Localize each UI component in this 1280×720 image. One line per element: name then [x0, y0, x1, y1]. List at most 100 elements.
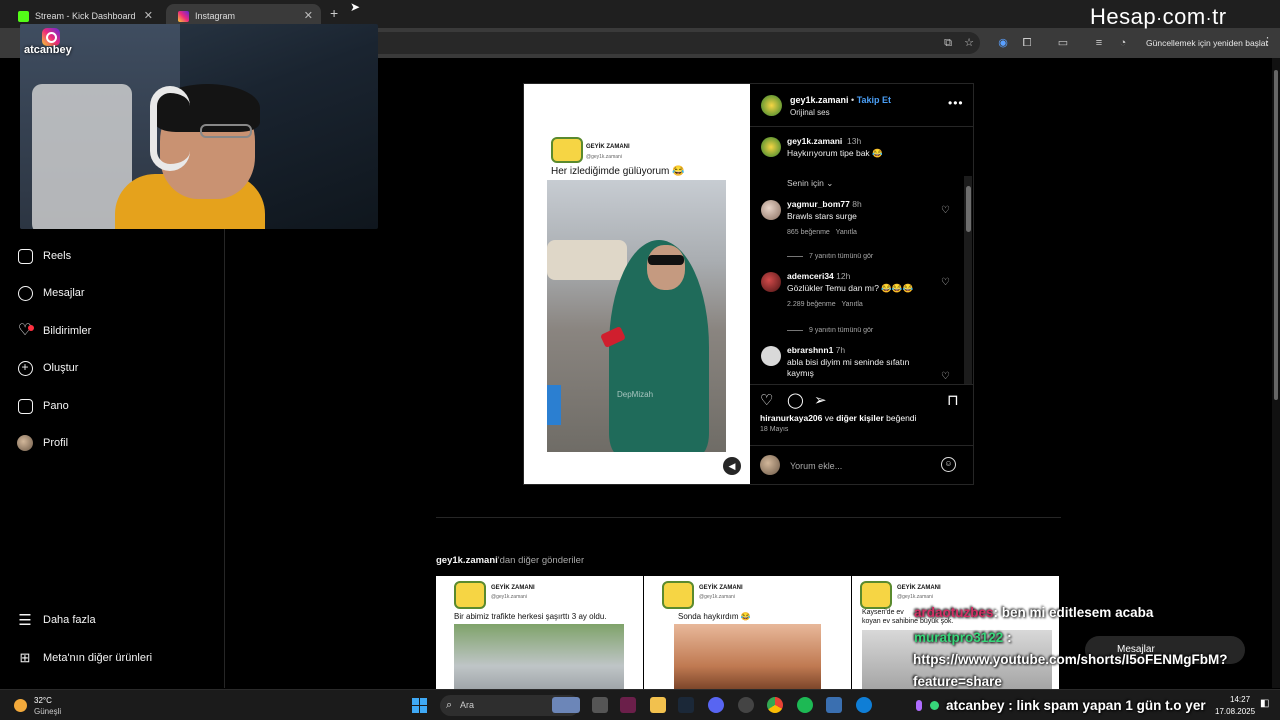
mute-icon[interactable]: ◀	[723, 457, 741, 475]
like-heart-icon[interactable]: ♡	[941, 277, 950, 288]
more-post-thumbnail[interactable]: GEYİK ZAMANI @gey1k.zamani Bir abimiz tr…	[436, 576, 643, 690]
media-caption: Her izlediğimde gülüyorum 😂	[551, 166, 685, 177]
comment-icon[interactable]: ◯	[787, 391, 804, 409]
liked-by[interactable]: hiranurkaya206 ve diğer kişiler beğendi	[760, 413, 916, 423]
reply-button[interactable]: Yanıtla	[836, 229, 857, 236]
avatar[interactable]	[761, 272, 781, 292]
browser-menu-icon[interactable]: ⋮	[1262, 35, 1273, 48]
steam-icon[interactable]	[678, 697, 694, 713]
extensions-icon[interactable]: ⧠	[1020, 36, 1034, 50]
bookmark-star-icon[interactable]: ☆	[962, 36, 976, 50]
update-restart-button[interactable]: Güncellemek için yeniden başlat	[1140, 35, 1274, 51]
chat-message: muratpro3122 :	[914, 630, 1012, 645]
media-control-icon[interactable]: ≡	[1092, 36, 1106, 50]
clock-date[interactable]: 17.08.2025	[1215, 707, 1255, 716]
dashboard-icon	[16, 397, 34, 415]
task-view-icon[interactable]	[592, 697, 608, 713]
clock-time[interactable]: 14:27	[1230, 695, 1250, 704]
reels-icon	[16, 247, 34, 265]
notification-dot	[28, 325, 34, 331]
sidebar-item-label: Oluştur	[43, 362, 79, 374]
chat-link-cont: feature=share	[913, 674, 1002, 689]
page-scrollbar-thumb[interactable]	[1274, 70, 1278, 400]
avatar[interactable]	[761, 346, 781, 366]
bookmark-icon[interactable]: ⊓	[947, 391, 959, 409]
video-watermark: DepMizah	[617, 390, 654, 399]
webcam-username: atcanbey	[24, 44, 72, 56]
sidebar-item-profile[interactable]: Profil	[16, 429, 68, 457]
emoji-icon[interactable]: ☺	[941, 457, 956, 472]
like-heart-icon[interactable]: ♡	[760, 391, 773, 409]
geyik-zamani-logo	[662, 581, 694, 609]
sidebar-item-create[interactable]: + Oluştur	[16, 354, 78, 382]
weather-temp[interactable]: 32°C	[34, 696, 52, 705]
like-heart-icon[interactable]: ♡	[941, 205, 950, 216]
avatar[interactable]	[761, 137, 781, 157]
kick-favicon-icon	[18, 10, 29, 22]
split-view-icon[interactable]: ▭	[1056, 36, 1070, 50]
chrome-icon[interactable]	[767, 697, 783, 713]
sidebar-item-reels[interactable]: Reels	[16, 242, 71, 270]
comment-sort-dropdown[interactable]: Senin için ⌄	[787, 178, 833, 189]
search-highlight-icon[interactable]	[552, 697, 580, 713]
sidebar-item-label: Reels	[43, 250, 72, 262]
post-username[interactable]: gey1k.zamani	[790, 95, 849, 105]
edge-icon[interactable]	[856, 697, 872, 713]
view-replies[interactable]: 9 yanıtın tümünü gör	[787, 327, 873, 334]
sidebar-item-dashboard[interactable]: Pano	[16, 392, 69, 420]
extension-audio-icon[interactable]: ◉	[996, 36, 1010, 50]
avatar	[16, 434, 34, 452]
avatar[interactable]	[761, 95, 782, 116]
audio-label[interactable]: Orijinal ses	[790, 108, 830, 117]
mic-icon[interactable]	[916, 700, 922, 711]
post-header: gey1k.zamani • Takip Et Orijinal ses •••	[750, 84, 974, 127]
more-options-icon[interactable]: •••	[948, 96, 964, 110]
install-app-icon[interactable]: ⧉	[941, 36, 955, 50]
notification-bell-icon[interactable]: ◧	[1260, 698, 1272, 710]
sidebar-item-messages[interactable]: Mesajlar	[16, 279, 85, 307]
view-replies[interactable]: 7 yanıtın tümünü gör	[787, 253, 873, 260]
post-media[interactable]: GEYİK ZAMANI @gey1k.zamani Her izlediğim…	[524, 84, 750, 484]
instagram-favicon-icon	[178, 10, 189, 22]
streamer-webcam-overlay: atcanbey	[20, 24, 378, 229]
new-tab-button[interactable]: +	[330, 5, 338, 21]
discord-icon[interactable]	[708, 697, 724, 713]
media-brand: GEYİK ZAMANI	[586, 144, 630, 150]
sidebar-item-notifications[interactable]: ♡ Bildirimler	[16, 317, 91, 345]
weather-desc[interactable]: Güneşli	[34, 707, 61, 716]
spotify-icon[interactable]	[797, 697, 813, 713]
chat-message: atcanbey : link spam yapan 1 gün t.o yer	[946, 698, 1206, 713]
like-heart-icon[interactable]: ♡	[941, 371, 950, 382]
reply-button[interactable]: Yanıtla	[842, 301, 863, 308]
file-explorer-icon[interactable]	[650, 697, 666, 713]
app-icon[interactable]	[826, 697, 842, 713]
scrollbar-thumb[interactable]	[966, 186, 971, 232]
sidebar-item-meta-products[interactable]: ⊞ Meta'nın diğer ürünleri	[16, 644, 153, 672]
hesap-watermark-logo: Hesap·com·tr	[1090, 4, 1227, 29]
media-handle: @gey1k.zamani	[586, 154, 622, 160]
messenger-icon	[16, 284, 34, 302]
share-icon[interactable]: ➢	[814, 391, 827, 409]
geyik-zamani-logo	[551, 137, 583, 163]
windows-start-icon[interactable]	[412, 698, 427, 713]
app-icon[interactable]	[620, 697, 636, 713]
comment-input[interactable]: Yorum ekle...	[790, 461, 842, 471]
video-frame: DepMizah	[547, 180, 726, 452]
sidebar-item-more[interactable]: ☰ Daha fazla	[16, 606, 95, 634]
sun-icon[interactable]	[14, 699, 27, 712]
close-tab-icon[interactable]: ✕	[304, 9, 313, 22]
chat-message: ardaotuzbes: ben mi editlesem acaba	[914, 605, 1154, 620]
headset	[150, 86, 190, 171]
more-posts-heading: gey1k.zamani'dan diğer gönderiler	[436, 555, 585, 566]
more-post-thumbnail[interactable]: GEYİK ZAMANI @gey1k.zamani Sonda haykırd…	[644, 576, 851, 690]
comment-input-area: Yorum ekle... ☺	[750, 445, 974, 485]
profile-icon[interactable]: ◔	[1116, 36, 1130, 50]
app-icon[interactable]	[738, 697, 754, 713]
post-details: gey1k.zamani • Takip Et Orijinal ses •••…	[750, 84, 974, 484]
sidebar-item-label: Mesajlar	[43, 287, 85, 299]
avatar[interactable]	[761, 200, 781, 220]
status-icon	[930, 701, 939, 710]
close-tab-icon[interactable]: ✕	[144, 9, 153, 22]
follow-button[interactable]: Takip Et	[857, 95, 891, 105]
post-actions: ♡ ◯ ➢ ⊓ hiranurkaya206 ve diğer kişiler …	[750, 384, 974, 484]
